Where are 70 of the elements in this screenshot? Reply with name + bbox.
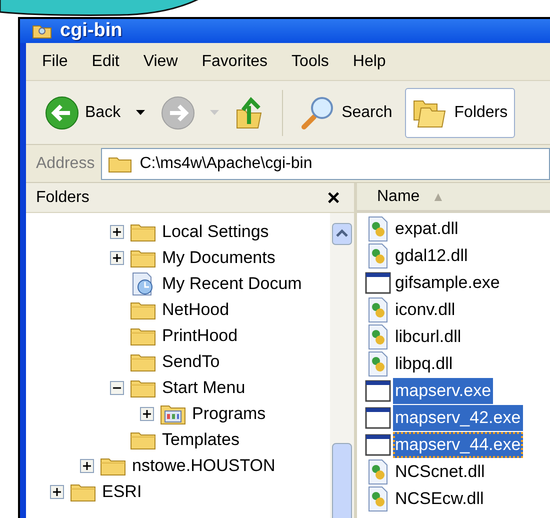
tree-item[interactable]: Start Menu xyxy=(162,375,246,401)
folder-icon xyxy=(130,222,156,242)
gear-file-icon xyxy=(367,324,389,350)
gear-file-icon xyxy=(367,296,389,322)
tree-item[interactable]: Programs xyxy=(192,401,266,427)
tree-item[interactable]: Local Settings xyxy=(162,219,269,245)
pane-title: Folders xyxy=(36,188,90,208)
folder-icon xyxy=(100,456,126,476)
search-button[interactable]: Search xyxy=(292,88,400,138)
expand-icon[interactable] xyxy=(110,225,124,239)
close-button[interactable]: × xyxy=(327,186,340,208)
file-name[interactable]: mapserv_44.exe xyxy=(393,432,523,458)
file-name[interactable]: mapserv_42.exe xyxy=(393,404,523,430)
menu-item[interactable]: Edit xyxy=(92,50,120,74)
menu-item[interactable]: Help xyxy=(352,50,386,74)
gear-file-icon xyxy=(367,242,389,268)
file-name[interactable]: libpq.dll xyxy=(393,350,455,376)
back-button[interactable]: Back xyxy=(38,88,128,138)
programs-folder-icon xyxy=(160,403,186,425)
menu-item[interactable]: Favorites xyxy=(202,50,268,74)
address-field[interactable]: C:\ms4w\Apache\cgi-bin xyxy=(100,148,550,180)
folder-icon xyxy=(130,378,156,398)
folders-button[interactable]: Folders xyxy=(405,88,515,138)
folder-icon xyxy=(70,482,96,502)
tree-item[interactable]: My Documents xyxy=(162,245,276,271)
folder-icon xyxy=(130,248,156,268)
file-name[interactable]: gdal12.dll xyxy=(393,242,470,268)
folder-icon xyxy=(108,154,132,172)
application-window-icon xyxy=(365,406,391,428)
address-label: Address xyxy=(36,154,95,174)
gear-file-icon xyxy=(367,350,389,376)
tree-item[interactable]: SendTo xyxy=(162,349,220,375)
tree-item[interactable]: PrintHood xyxy=(162,323,238,349)
gear-file-icon xyxy=(367,216,389,242)
menu-item[interactable]: Tools xyxy=(292,50,329,74)
file-name[interactable]: libcurl.dll xyxy=(393,324,464,350)
column-header[interactable]: Name ▲ xyxy=(357,183,550,213)
collapse-icon[interactable] xyxy=(110,381,124,395)
file-name[interactable]: NCScnet.dll xyxy=(393,458,487,484)
gear-file-icon xyxy=(367,458,389,484)
expand-icon[interactable] xyxy=(110,251,124,265)
tree-item[interactable]: ESRI xyxy=(102,479,142,505)
tree-item[interactable]: nstowe.HOUSTON xyxy=(132,453,276,479)
menu-item[interactable]: View xyxy=(143,50,178,74)
menu-item[interactable]: File xyxy=(42,50,68,74)
dropdown-arrow-icon[interactable] xyxy=(134,110,148,115)
file-name[interactable]: expat.dll xyxy=(393,216,460,242)
application-window-icon xyxy=(365,380,391,402)
application-window-icon xyxy=(365,434,391,456)
folder-icon xyxy=(32,23,52,39)
file-name[interactable]: mapserv.exe xyxy=(393,378,494,404)
expand-icon[interactable] xyxy=(140,407,154,421)
folder-icon xyxy=(130,430,156,450)
file-name[interactable]: gifsample.exe xyxy=(393,270,502,296)
expand-icon[interactable] xyxy=(80,459,94,473)
tree-item[interactable]: Templates xyxy=(162,427,240,453)
application-window-icon xyxy=(365,272,391,294)
window-title: cgi-bin xyxy=(60,18,122,43)
file-name[interactable]: iconv.dll xyxy=(393,296,458,322)
gear-file-icon xyxy=(367,486,389,512)
folder-icon xyxy=(130,326,156,346)
file-name[interactable]: NCSEcw.dll xyxy=(393,486,486,512)
scroll-up-icon[interactable] xyxy=(332,223,352,245)
scrollbar[interactable] xyxy=(330,213,354,518)
tree-item[interactable]: NetHood xyxy=(162,297,230,323)
folder-icon xyxy=(130,352,156,372)
search-icon xyxy=(300,94,336,130)
expand-icon[interactable] xyxy=(50,485,64,499)
folder-icon xyxy=(130,300,156,320)
tree-item[interactable]: My Recent Docum xyxy=(162,271,302,297)
